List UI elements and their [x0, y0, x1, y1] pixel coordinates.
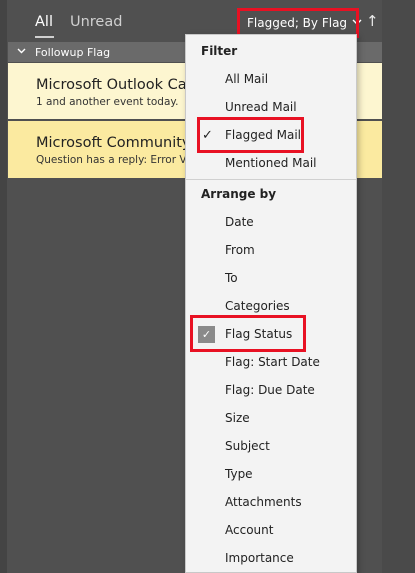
menu-item-type[interactable]: Type — [186, 461, 356, 487]
menu-item-label: Date — [225, 215, 254, 229]
filter-section-header: Filter — [201, 44, 238, 58]
menu-item-label: Flagged Mail — [225, 128, 302, 142]
menu-item-label: From — [225, 243, 255, 257]
pane-left-edge — [0, 0, 7, 573]
menu-item-label: Flag: Due Date — [225, 383, 315, 397]
menu-item-label: Attachments — [225, 495, 302, 509]
menu-item-label: Mentioned Mail — [225, 156, 317, 170]
arrow-up-icon[interactable]: ↑ — [366, 12, 379, 30]
checkmark-icon: ✓ — [198, 326, 215, 343]
menu-item-from[interactable]: From — [186, 237, 356, 263]
menu-item-label: All Mail — [225, 72, 269, 86]
menu-item-attachments[interactable]: Attachments — [186, 489, 356, 515]
menu-item-all-mail[interactable]: All Mail — [186, 66, 356, 92]
menu-item-flag-due-date[interactable]: Flag: Due Date — [186, 377, 356, 403]
menu-item-label: Account — [225, 523, 274, 537]
menu-item-date[interactable]: Date — [186, 209, 356, 235]
active-tab-indicator — [35, 36, 54, 38]
menu-divider — [186, 179, 356, 180]
menu-item-subject[interactable]: Subject — [186, 433, 356, 459]
menu-item-flag-status[interactable]: ✓ Flag Status — [186, 321, 356, 347]
menu-item-label: Categories — [225, 299, 290, 313]
menu-item-label: Type — [225, 467, 253, 481]
menu-item-label: Subject — [225, 439, 270, 453]
arrange-section-header: Arrange by — [201, 187, 277, 201]
menu-item-importance[interactable]: Importance — [186, 545, 356, 571]
tab-unread[interactable]: Unread — [70, 14, 122, 30]
pane-right-edge — [382, 0, 415, 573]
menu-item-label: To — [225, 271, 238, 285]
menu-item-mentioned-mail[interactable]: Mentioned Mail — [186, 150, 356, 176]
sort-filter-button[interactable]: Flagged; By Flag — [240, 10, 362, 36]
menu-item-to[interactable]: To — [186, 265, 356, 291]
menu-item-account[interactable]: Account — [186, 517, 356, 543]
menu-item-flagged-mail[interactable]: ✓ Flagged Mail — [186, 122, 356, 148]
menu-item-label: Importance — [225, 551, 294, 565]
menu-item-unread-mail[interactable]: Unread Mail — [186, 94, 356, 120]
menu-item-label: Unread Mail — [225, 100, 297, 114]
group-header-label: Followup Flag — [35, 45, 111, 59]
menu-item-categories[interactable]: Categories — [186, 293, 356, 319]
chevron-down-icon — [352, 18, 362, 29]
menu-item-flag-start-date[interactable]: Flag: Start Date — [186, 349, 356, 375]
sort-filter-label: Flagged; By Flag — [247, 16, 348, 30]
view-tabs: All Unread — [35, 14, 122, 30]
filter-sort-menu: Filter All Mail Unread Mail ✓ Flagged Ma… — [185, 34, 357, 573]
menu-item-size[interactable]: Size — [186, 405, 356, 431]
chevron-down-icon[interactable] — [17, 47, 26, 57]
checkmark-icon: ✓ — [202, 127, 213, 143]
menu-item-label: Flag Status — [225, 327, 293, 341]
tab-all[interactable]: All — [35, 14, 53, 30]
menu-item-label: Size — [225, 411, 250, 425]
menu-item-label: Flag: Start Date — [225, 355, 320, 369]
